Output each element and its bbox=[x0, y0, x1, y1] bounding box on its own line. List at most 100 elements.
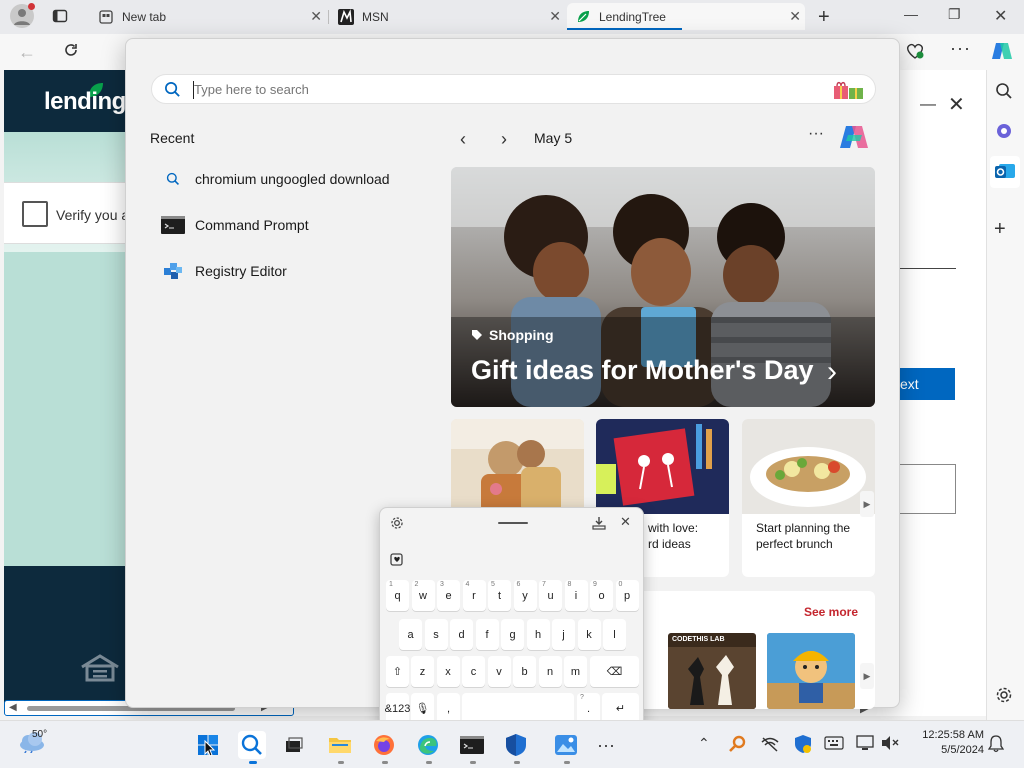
gear-icon[interactable] bbox=[995, 686, 1013, 704]
minimize-button[interactable]: — bbox=[904, 6, 918, 22]
key-g[interactable]: g bbox=[501, 619, 524, 650]
recent-item-chromium-search[interactable]: chromium ungoogled download bbox=[161, 166, 390, 192]
keyboard-close-icon[interactable]: ✕ bbox=[620, 514, 631, 530]
key-m[interactable]: m bbox=[564, 656, 587, 687]
backspace-key[interactable]: ⌫ bbox=[590, 656, 639, 687]
key-f[interactable]: f bbox=[475, 619, 499, 650]
story-card-3[interactable]: Start planning the perfect brunch bbox=[742, 419, 875, 577]
key-s[interactable]: s bbox=[424, 619, 448, 650]
key-x[interactable]: x bbox=[436, 656, 460, 687]
close-dialog-icon[interactable]: ✕ bbox=[948, 92, 965, 117]
notification-bell-icon[interactable] bbox=[988, 735, 1004, 753]
keyboard-settings-gear-icon[interactable] bbox=[390, 516, 404, 530]
key-p[interactable]: p0 bbox=[615, 580, 639, 611]
photos-button[interactable] bbox=[552, 731, 580, 759]
tray-security-icon[interactable] bbox=[794, 734, 812, 754]
recent-item-registry-editor[interactable]: Registry Editor bbox=[161, 258, 287, 284]
key-h[interactable]: h bbox=[526, 619, 550, 650]
tab-actions-icon[interactable] bbox=[52, 8, 68, 24]
copilot-icon[interactable] bbox=[990, 39, 1014, 63]
feed-prev-button[interactable]: ‹ bbox=[460, 129, 466, 150]
page-input-field[interactable] bbox=[900, 464, 956, 514]
verify-panel: Verify you a bbox=[4, 182, 134, 244]
firefox-button[interactable] bbox=[370, 731, 398, 759]
key-i[interactable]: i8 bbox=[564, 580, 588, 611]
search-input[interactable]: Type here to search bbox=[151, 74, 876, 104]
search-icon[interactable] bbox=[995, 82, 1013, 100]
tray-network-icon[interactable] bbox=[760, 735, 780, 753]
shift-key[interactable]: ⇧ bbox=[386, 656, 409, 687]
key-y[interactable]: y6 bbox=[513, 580, 537, 611]
tray-monitor-icon[interactable] bbox=[856, 735, 874, 751]
terminal-button[interactable] bbox=[458, 731, 486, 759]
key-u[interactable]: u7 bbox=[539, 580, 562, 611]
next-button[interactable]: ext bbox=[900, 368, 955, 400]
game-tile-chess[interactable]: CODETHIS LAB bbox=[668, 633, 756, 709]
key-v[interactable]: v bbox=[487, 656, 511, 687]
key-b[interactable]: b bbox=[513, 656, 536, 687]
hero-next-icon[interactable]: › bbox=[827, 355, 837, 389]
touch-keyboard-tray-icon[interactable] bbox=[824, 736, 844, 750]
hero-story-card[interactable]: Shopping Gift ideas for Mother's Day › bbox=[451, 167, 875, 407]
settings-more-button[interactable]: ··· bbox=[950, 38, 971, 59]
key-k[interactable]: k bbox=[577, 619, 601, 650]
key-d[interactable]: d bbox=[450, 619, 473, 650]
key-label: u bbox=[547, 589, 554, 602]
taskbar-search-button[interactable] bbox=[238, 731, 266, 759]
refresh-button[interactable] bbox=[62, 41, 80, 59]
volume-muted-icon[interactable] bbox=[880, 735, 900, 751]
emoji-clipboard-icon[interactable] bbox=[390, 552, 404, 566]
verify-checkbox[interactable] bbox=[22, 201, 48, 227]
show-hidden-icons-button[interactable]: ⌃ bbox=[698, 735, 710, 752]
minimize-dialog-icon[interactable]: — bbox=[920, 96, 936, 114]
feed-more-options-button[interactable]: ··· bbox=[808, 125, 824, 143]
key-q[interactable]: q1 bbox=[386, 580, 409, 611]
overflow-apps-button[interactable]: ··· bbox=[592, 731, 620, 759]
tab-msn[interactable]: MSN ✕ bbox=[330, 3, 565, 30]
game-tile-character[interactable] bbox=[767, 633, 855, 709]
browser-essentials-icon[interactable] bbox=[905, 42, 925, 60]
cards-scroll-right-icon[interactable]: ▶ bbox=[860, 491, 874, 517]
weather-widget[interactable]: 50° bbox=[18, 729, 47, 753]
see-more-link[interactable]: See more bbox=[804, 605, 858, 619]
story-photo bbox=[596, 419, 729, 514]
copilot-icon[interactable] bbox=[838, 123, 870, 151]
key-r[interactable]: r4 bbox=[462, 580, 486, 611]
new-tab-button[interactable]: + bbox=[818, 6, 830, 29]
close-tab-icon[interactable]: ✕ bbox=[789, 8, 801, 25]
clock[interactable]: 12:25:58 AM 5/5/2024 bbox=[908, 728, 984, 758]
security-button[interactable] bbox=[502, 731, 530, 759]
close-tab-icon[interactable]: ✕ bbox=[310, 8, 322, 25]
feed-next-button[interactable]: › bbox=[501, 129, 507, 150]
key-label: t bbox=[497, 589, 502, 602]
file-explorer-button[interactable] bbox=[326, 731, 354, 759]
keyboard-dock-icon[interactable] bbox=[592, 516, 606, 530]
close-window-button[interactable]: ✕ bbox=[994, 6, 1007, 26]
keyboard-drag-handle[interactable] bbox=[498, 522, 528, 524]
add-sidebar-app-button[interactable]: + bbox=[994, 218, 1006, 241]
profile-avatar[interactable] bbox=[10, 3, 35, 28]
scroll-left-icon[interactable]: ◀ bbox=[9, 702, 17, 713]
recent-item-command-prompt[interactable]: Command Prompt bbox=[161, 212, 309, 238]
key-n[interactable]: n bbox=[538, 656, 562, 687]
key-c[interactable]: c bbox=[462, 656, 485, 687]
restore-button[interactable]: ❐ bbox=[948, 6, 961, 23]
back-button[interactable]: ← bbox=[18, 42, 36, 63]
outlook-icon[interactable] bbox=[990, 156, 1020, 188]
key-a[interactable]: a bbox=[399, 619, 422, 650]
key-w[interactable]: w2 bbox=[411, 580, 435, 611]
task-view-button[interactable] bbox=[280, 731, 308, 759]
tab-new-tab[interactable]: New tab ✕ bbox=[90, 3, 326, 30]
copilot-sidebar-icon[interactable] bbox=[995, 122, 1013, 140]
tray-key-icon[interactable] bbox=[728, 735, 746, 753]
close-tab-icon[interactable]: ✕ bbox=[549, 8, 561, 25]
key-z[interactable]: z bbox=[411, 656, 434, 687]
games-scroll-right-icon[interactable]: ▶ bbox=[860, 663, 874, 689]
key-t[interactable]: t5 bbox=[488, 580, 511, 611]
key-l[interactable]: l bbox=[603, 619, 626, 650]
tab-lendingtree[interactable]: LendingTree ✕ bbox=[567, 3, 805, 30]
key-e[interactable]: e3 bbox=[437, 580, 460, 611]
edge-button[interactable] bbox=[414, 731, 442, 759]
key-o[interactable]: o9 bbox=[590, 580, 613, 611]
key-j[interactable]: j bbox=[552, 619, 575, 650]
